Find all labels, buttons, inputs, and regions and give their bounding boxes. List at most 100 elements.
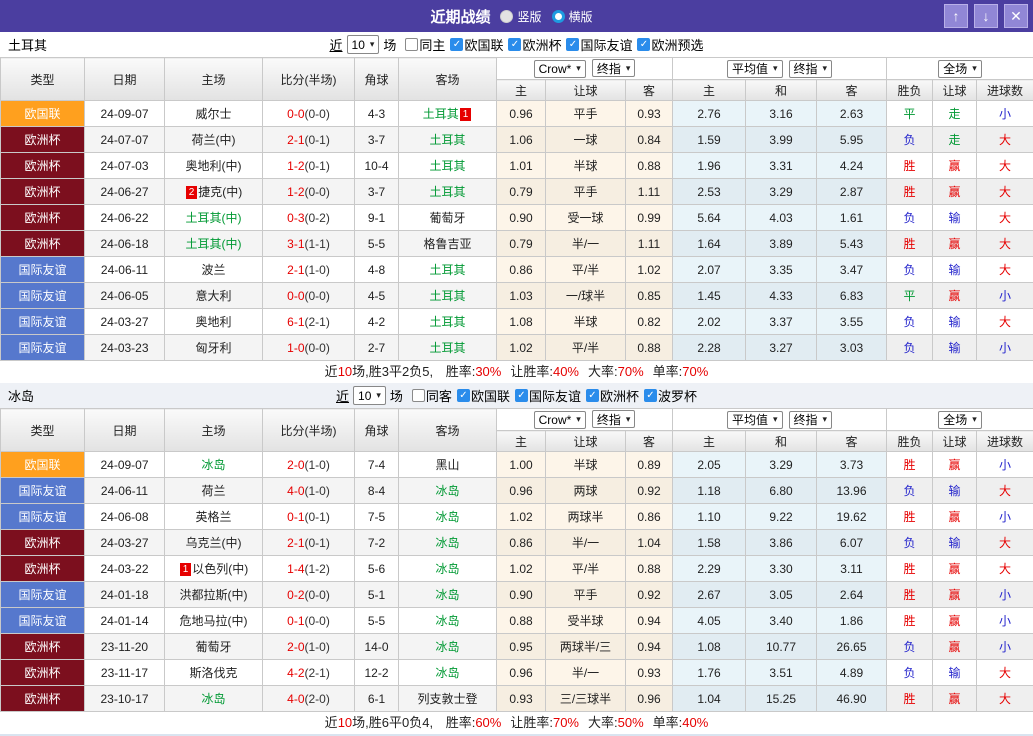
result-cell: 平: [887, 283, 933, 309]
crow-odds-cell: 1.02: [497, 556, 546, 582]
same-venue-checkbox[interactable]: [405, 38, 418, 51]
result-cell: 胜: [887, 686, 933, 712]
competition-type-cell: 国际友谊: [1, 283, 85, 309]
final-odds-select[interactable]: 终指▾: [592, 59, 636, 77]
fulltime-score: 3-1: [287, 237, 304, 251]
full-match-select[interactable]: 全场▾: [938, 60, 982, 78]
result-cell: 大: [977, 179, 1033, 205]
crow-odds-cell: 0.79: [497, 179, 546, 205]
crow-odds-cell: 0.88: [497, 608, 546, 634]
table-row: 国际友谊24-06-11波兰2-1(1-0)4-8土耳其0.86平/半1.022…: [1, 257, 1033, 283]
crow-odds-cell: 0.86: [626, 504, 673, 530]
match-date-cell: 23-11-17: [85, 660, 165, 686]
crow-odds-cell: 一球: [546, 127, 626, 153]
match-date-cell: 24-09-07: [85, 452, 165, 478]
table-row: 国际友谊24-03-27奥地利6-1(2-1)4-2土耳其1.08半球0.822…: [1, 309, 1033, 335]
table-row: 欧洲杯24-07-07荷兰(中)2-1(0-1)3-7土耳其1.06一球0.84…: [1, 127, 1033, 153]
layout-horizontal-radio[interactable]: [552, 10, 565, 23]
league-checkbox-0[interactable]: ✓: [450, 38, 463, 51]
layout-vertical-radio[interactable]: [500, 10, 513, 23]
column-header: 类型: [1, 58, 85, 101]
halftime-score: (0-2): [305, 211, 330, 225]
league-checkbox-2[interactable]: ✓: [566, 38, 579, 51]
table-row: 欧洲杯23-11-17斯洛伐克4-2(2-1)12-2冰岛0.96半/一0.93…: [1, 660, 1033, 686]
result-cell: 赢: [933, 283, 977, 309]
result-cell: 小: [977, 608, 1033, 634]
final-odds-select[interactable]: 终指▾: [789, 411, 833, 429]
halftime-score: (1-0): [305, 640, 330, 654]
score-cell: 1-4(1-2): [263, 556, 355, 582]
result-cell: 大: [977, 257, 1033, 283]
competition-type-cell: 国际友谊: [1, 478, 85, 504]
match-date-cell: 23-10-17: [85, 686, 165, 712]
table-row: 国际友谊24-06-05意大利0-0(0-0)4-5土耳其1.03一/球半0.8…: [1, 283, 1033, 309]
match-date-cell: 24-01-14: [85, 608, 165, 634]
result-cell: 大: [977, 127, 1033, 153]
corner-cell: 3-7: [355, 179, 399, 205]
home-team-cell: 葡萄牙: [165, 634, 263, 660]
result-cell: 负: [887, 335, 933, 361]
result-cell: 胜: [887, 452, 933, 478]
sub-column-header: 主: [497, 80, 546, 101]
final-odds-select[interactable]: 终指▾: [592, 410, 636, 428]
average-odds-cell: 1.59: [673, 127, 746, 153]
crow-odds-select[interactable]: Crow*▾: [534, 411, 586, 429]
average-odds-group-header: 平均值▾ 终指▾: [673, 409, 887, 431]
crow-odds-cell: 1.03: [497, 283, 546, 309]
average-odds-cell: 2.29: [673, 556, 746, 582]
average-odds-select[interactable]: 平均值▾: [727, 411, 783, 429]
column-header: 主场: [165, 58, 263, 101]
match-date-cell: 24-06-27: [85, 179, 165, 205]
team-name: 斯洛伐克: [189, 666, 237, 680]
same-venue-checkbox[interactable]: [412, 389, 425, 402]
summary-record: 场,胜3平2负5,: [352, 364, 437, 379]
recent-link[interactable]: 近: [330, 35, 343, 54]
league-checkbox-2[interactable]: ✓: [586, 389, 599, 402]
filter-unit-label: 场: [383, 35, 396, 54]
rank-badge: 2: [186, 186, 198, 199]
crow-odds-cell: 0.85: [626, 283, 673, 309]
average-odds-cell: 3.73: [817, 452, 887, 478]
close-button[interactable]: ✕: [1004, 4, 1028, 28]
competition-type-cell: 欧洲杯: [1, 205, 85, 231]
competition-type-cell: 欧国联: [1, 101, 85, 127]
result-cell: 小: [977, 582, 1033, 608]
result-cell: 输: [933, 205, 977, 231]
result-cell: 负: [887, 660, 933, 686]
team-name: 冰岛: [435, 640, 459, 654]
average-odds-select[interactable]: 平均值▾: [727, 60, 783, 78]
team-name: 葡萄牙: [195, 640, 231, 654]
recent-count-select[interactable]: 10▾: [347, 35, 380, 54]
column-header: 比分(半场): [263, 58, 355, 101]
fulltime-score: 0-1: [287, 614, 304, 628]
table-row: 欧洲杯24-03-221以色列(中)1-4(1-2)5-6冰岛1.02平/半0.…: [1, 556, 1033, 582]
league-checkbox-3[interactable]: ✓: [644, 389, 657, 402]
move-down-button[interactable]: ↓: [974, 4, 998, 28]
match-date-cell: 24-09-07: [85, 101, 165, 127]
average-odds-cell: 2.28: [673, 335, 746, 361]
result-cell: 平: [887, 101, 933, 127]
summary-stat-label: 胜率:: [446, 364, 476, 379]
summary-stat-value: 40%: [553, 364, 579, 379]
league-checkbox-1[interactable]: ✓: [515, 389, 528, 402]
recent-link[interactable]: 近: [336, 386, 349, 405]
average-odds-cell: 3.40: [746, 608, 817, 634]
average-odds-cell: 4.03: [746, 205, 817, 231]
team-name: 格鲁吉亚: [423, 237, 471, 251]
summary-lead: 近: [325, 364, 338, 379]
average-odds-cell: 2.67: [673, 582, 746, 608]
away-team-cell: 土耳其: [399, 153, 497, 179]
league-checkbox-3[interactable]: ✓: [637, 38, 650, 51]
score-cell: 4-0(2-0): [263, 686, 355, 712]
full-match-select[interactable]: 全场▾: [938, 411, 982, 429]
fulltime-score: 0-0: [287, 289, 304, 303]
league-checkbox-0[interactable]: ✓: [457, 389, 470, 402]
result-cell: 小: [977, 335, 1033, 361]
crow-odds-select[interactable]: Crow*▾: [534, 60, 586, 78]
recent-count-select[interactable]: 10▾: [353, 386, 386, 405]
result-cell: 赢: [933, 608, 977, 634]
column-header: 日期: [85, 409, 165, 452]
league-checkbox-1[interactable]: ✓: [508, 38, 521, 51]
final-odds-select[interactable]: 终指▾: [789, 60, 833, 78]
move-up-button[interactable]: ↑: [944, 4, 968, 28]
